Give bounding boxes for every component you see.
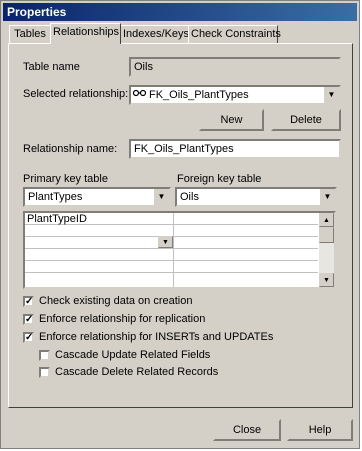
primary-key-cell[interactable] [25, 237, 173, 249]
primary-key-table-label: Primary key table [23, 173, 108, 185]
key-columns-grid[interactable]: PlantTypeID ▲ ▼ [23, 211, 336, 289]
tab-indexes-keys[interactable]: Indexes/Keys [120, 25, 189, 43]
table-row[interactable] [25, 261, 318, 273]
foreign-key-table-value: Oils [180, 191, 199, 203]
foreign-key-cell[interactable] [174, 273, 318, 285]
foreign-key-cell[interactable] [174, 237, 318, 249]
window-title: Properties [3, 3, 357, 21]
enforce-replication-checkbox[interactable]: ✓ [23, 314, 34, 325]
new-button[interactable]: New [199, 109, 264, 131]
chevron-down-icon[interactable]: ▼ [153, 189, 169, 205]
table-name-label: Table name [23, 61, 80, 73]
chevron-down-icon[interactable]: ▼ [158, 236, 173, 248]
selected-relationship-value: FK_Oils_PlantTypes [149, 89, 249, 101]
table-row[interactable] [25, 273, 318, 285]
primary-key-table-dropdown[interactable]: PlantTypes ▼ [23, 187, 171, 207]
scroll-thumb[interactable] [319, 227, 334, 243]
table-row[interactable] [25, 249, 318, 261]
selected-relationship-label: Selected relationship: [23, 88, 129, 100]
grid-scrollbar[interactable]: ▲ ▼ [318, 213, 334, 287]
primary-key-cell[interactable] [25, 249, 173, 261]
relationship-name-input[interactable]: FK_Oils_PlantTypes [129, 139, 341, 159]
enforce-inserts-updates-label: Enforce relationship for INSERTs and UPD… [39, 331, 274, 343]
enforce-inserts-updates-checkbox[interactable]: ✓ [23, 332, 34, 343]
enforce-replication-label: Enforce relationship for replication [39, 313, 206, 325]
foreign-key-table-label: Foreign key table [177, 173, 262, 185]
foreign-key-table-dropdown[interactable]: Oils ▼ [175, 187, 337, 207]
tab-relationships[interactable]: Relationships [50, 23, 121, 44]
chevron-down-icon[interactable]: ▼ [323, 87, 339, 103]
foreign-key-cell[interactable] [174, 213, 318, 225]
primary-key-cell[interactable]: PlantTypeID [25, 213, 173, 225]
cascade-delete-checkbox[interactable] [39, 367, 50, 378]
tab-check-constraints[interactable]: Check Constraints [188, 25, 281, 43]
foreign-key-cell[interactable] [174, 225, 318, 237]
primary-key-cell[interactable] [25, 225, 173, 237]
relationship-icon [132, 87, 147, 103]
scroll-down-icon[interactable]: ▼ [319, 273, 334, 287]
delete-button[interactable]: Delete [271, 109, 341, 131]
foreign-key-cell[interactable] [174, 249, 318, 261]
close-button[interactable]: Close [213, 419, 281, 441]
checkmark-icon: ✓ [25, 314, 34, 325]
properties-window: Properties Tables Relationships Indexes/… [0, 0, 360, 449]
foreign-key-cell[interactable] [174, 261, 318, 273]
cascade-delete-label: Cascade Delete Related Records [55, 366, 219, 378]
scroll-up-icon[interactable]: ▲ [319, 213, 334, 227]
primary-key-table-value: PlantTypes [28, 191, 83, 203]
table-name-field: Oils [129, 57, 341, 77]
table-row[interactable]: PlantTypeID [25, 213, 318, 225]
relationship-name-label: Relationship name: [23, 143, 118, 155]
check-existing-data-label: Check existing data on creation [39, 295, 193, 307]
primary-key-cell[interactable] [25, 261, 173, 273]
checkmark-icon: ✓ [25, 296, 34, 307]
tab-tables[interactable]: Tables [9, 25, 51, 43]
check-existing-data-checkbox[interactable]: ✓ [23, 296, 34, 307]
chevron-down-icon[interactable]: ▼ [319, 189, 335, 205]
cascade-update-label: Cascade Update Related Fields [55, 349, 211, 361]
cascade-update-checkbox[interactable] [39, 350, 50, 361]
checkmark-icon: ✓ [25, 332, 34, 343]
primary-key-cell[interactable] [25, 273, 173, 285]
help-button[interactable]: Help [287, 419, 353, 441]
selected-relationship-dropdown[interactable]: FK_Oils_PlantTypes ▼ [129, 85, 341, 105]
